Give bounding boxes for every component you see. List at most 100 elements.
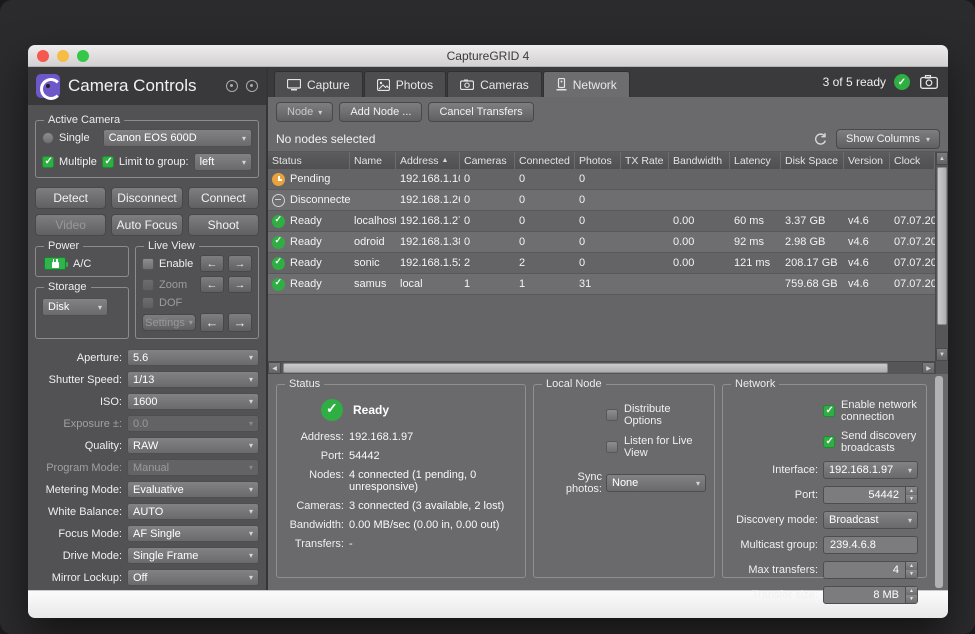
column-header-name[interactable]: Name: [350, 152, 396, 169]
group-select[interactable]: left ▾: [194, 153, 252, 171]
table-cell[interactable]: [890, 190, 935, 210]
table-cell[interactable]: [621, 253, 669, 273]
close-button[interactable]: [37, 50, 49, 62]
table-cell[interactable]: 1: [460, 274, 515, 294]
field-select[interactable]: Broadcast▾: [823, 511, 918, 529]
table-cell[interactable]: [350, 169, 396, 189]
listen-live-view-checkbox[interactable]: [606, 441, 618, 453]
table-cell[interactable]: sonic: [350, 253, 396, 273]
field-select[interactable]: 192.168.1.97▾: [823, 461, 918, 479]
arrow-left-button[interactable]: ←: [200, 276, 224, 293]
table-cell[interactable]: [621, 169, 669, 189]
live-view-zoom-checkbox[interactable]: [142, 279, 154, 291]
arrow-left-button[interactable]: ←: [200, 313, 224, 332]
column-header-bandwidth[interactable]: Bandwidth: [669, 152, 730, 169]
field-input[interactable]: 239.4.6.8: [823, 536, 918, 554]
refresh-icon[interactable]: [813, 132, 828, 147]
table-cell[interactable]: 2: [515, 253, 575, 273]
table-cell[interactable]: 0: [575, 211, 621, 231]
table-cell[interactable]: 07.07.20: [890, 253, 935, 273]
sync-photos-select[interactable]: None ▾: [606, 474, 706, 492]
horizontal-scrollbar[interactable]: ◀ ▶: [268, 361, 935, 374]
table-cell[interactable]: 192.168.1.52: [396, 253, 460, 273]
table-cell[interactable]: 31: [575, 274, 621, 294]
table-cell[interactable]: localhost: [350, 211, 396, 231]
scrollbar-thumb[interactable]: [937, 167, 947, 325]
table-cell[interactable]: v4.6: [844, 274, 890, 294]
limit-to-group-checkbox[interactable]: [102, 156, 114, 168]
table-cell[interactable]: [781, 190, 844, 210]
table-cell[interactable]: 0: [575, 169, 621, 189]
table-cell[interactable]: 192.168.1.103: [396, 169, 460, 189]
table-row[interactable]: Pending192.168.1.103000: [268, 169, 935, 190]
field-stepper[interactable]: 4▲▼: [823, 561, 918, 579]
table-cell[interactable]: 0.00: [669, 211, 730, 231]
column-header-clock[interactable]: Clock: [890, 152, 935, 169]
table-cell[interactable]: 07.07.20: [890, 232, 935, 252]
table-cell[interactable]: v4.6: [844, 253, 890, 273]
table-cell[interactable]: 0: [575, 253, 621, 273]
step-down-icon[interactable]: ▼: [906, 495, 917, 503]
cancel-transfers-button[interactable]: Cancel Transfers: [428, 102, 533, 122]
connect-button[interactable]: Connect: [188, 187, 259, 209]
table-cell[interactable]: 0: [515, 169, 575, 189]
setting-select[interactable]: 1600▾: [127, 393, 259, 410]
table-cell[interactable]: odroid: [350, 232, 396, 252]
zoom-button[interactable]: [77, 50, 89, 62]
stepper-buttons[interactable]: ▲▼: [905, 562, 917, 578]
setting-select[interactable]: Evaluative▾: [127, 481, 259, 498]
table-cell[interactable]: 0: [460, 190, 515, 210]
stepper-buttons[interactable]: ▲▼: [905, 487, 917, 503]
table-cell[interactable]: [669, 274, 730, 294]
table-cell[interactable]: v4.6: [844, 232, 890, 252]
table-cell[interactable]: 3.37 GB: [781, 211, 844, 231]
column-header-tx-rate[interactable]: TX Rate: [621, 152, 669, 169]
table-cell[interactable]: 2: [460, 253, 515, 273]
table-cell[interactable]: [844, 169, 890, 189]
multiple-checkbox[interactable]: [42, 156, 54, 168]
column-header-latency[interactable]: Latency: [730, 152, 781, 169]
table-cell[interactable]: [621, 274, 669, 294]
discovery-broadcasts-checkbox[interactable]: [823, 436, 835, 448]
table-cell[interactable]: [730, 169, 781, 189]
tab-network[interactable]: Network: [543, 71, 630, 97]
table-cell[interactable]: [350, 190, 396, 210]
column-header-photos[interactable]: Photos: [575, 152, 621, 169]
step-up-icon[interactable]: ▲: [906, 562, 917, 570]
table-cell[interactable]: 121 ms: [730, 253, 781, 273]
scrollbar-thumb[interactable]: [283, 363, 888, 373]
tab-cameras[interactable]: Cameras: [447, 71, 542, 97]
camera-model-select[interactable]: Canon EOS 600D ▾: [103, 129, 252, 147]
table-cell[interactable]: Ready: [268, 253, 350, 273]
table-cell[interactable]: [669, 169, 730, 189]
table-cell[interactable]: Ready: [268, 232, 350, 252]
table-cell[interactable]: 2.98 GB: [781, 232, 844, 252]
add-node-button[interactable]: Add Node ...: [339, 102, 422, 122]
scroll-up-icon[interactable]: ▲: [936, 152, 948, 165]
step-up-icon[interactable]: ▲: [906, 587, 917, 595]
scroll-down-icon[interactable]: ▼: [936, 348, 948, 361]
table-cell[interactable]: Ready: [268, 211, 350, 231]
pin-panel-icon[interactable]: [226, 80, 238, 92]
storage-select[interactable]: Disk ▾: [42, 298, 108, 316]
vertical-scrollbar[interactable]: ▲ ▼: [935, 152, 948, 374]
setting-select[interactable]: Single Frame▾: [127, 547, 259, 564]
single-radio[interactable]: [42, 132, 54, 144]
arrow-right-button[interactable]: →: [228, 313, 252, 332]
arrow-right-button[interactable]: →: [228, 255, 252, 272]
table-cell[interactable]: 0: [575, 190, 621, 210]
setting-select[interactable]: 1/13▾: [127, 371, 259, 388]
auto-focus-button[interactable]: Auto Focus: [111, 214, 182, 236]
table-cell[interactable]: [890, 169, 935, 189]
table-cell[interactable]: 0: [515, 232, 575, 252]
table-cell[interactable]: [621, 232, 669, 252]
table-cell[interactable]: [730, 190, 781, 210]
table-cell[interactable]: 0: [515, 211, 575, 231]
scroll-right-icon[interactable]: ▶: [922, 362, 935, 374]
enable-network-checkbox[interactable]: [823, 405, 835, 417]
camera-status-button[interactable]: [918, 73, 940, 91]
setting-select[interactable]: 5.6▾: [127, 349, 259, 366]
node-menu-button[interactable]: Node ▾: [276, 102, 333, 122]
table-cell[interactable]: Ready: [268, 274, 350, 294]
bottom-vertical-scrollbar[interactable]: [934, 374, 944, 590]
